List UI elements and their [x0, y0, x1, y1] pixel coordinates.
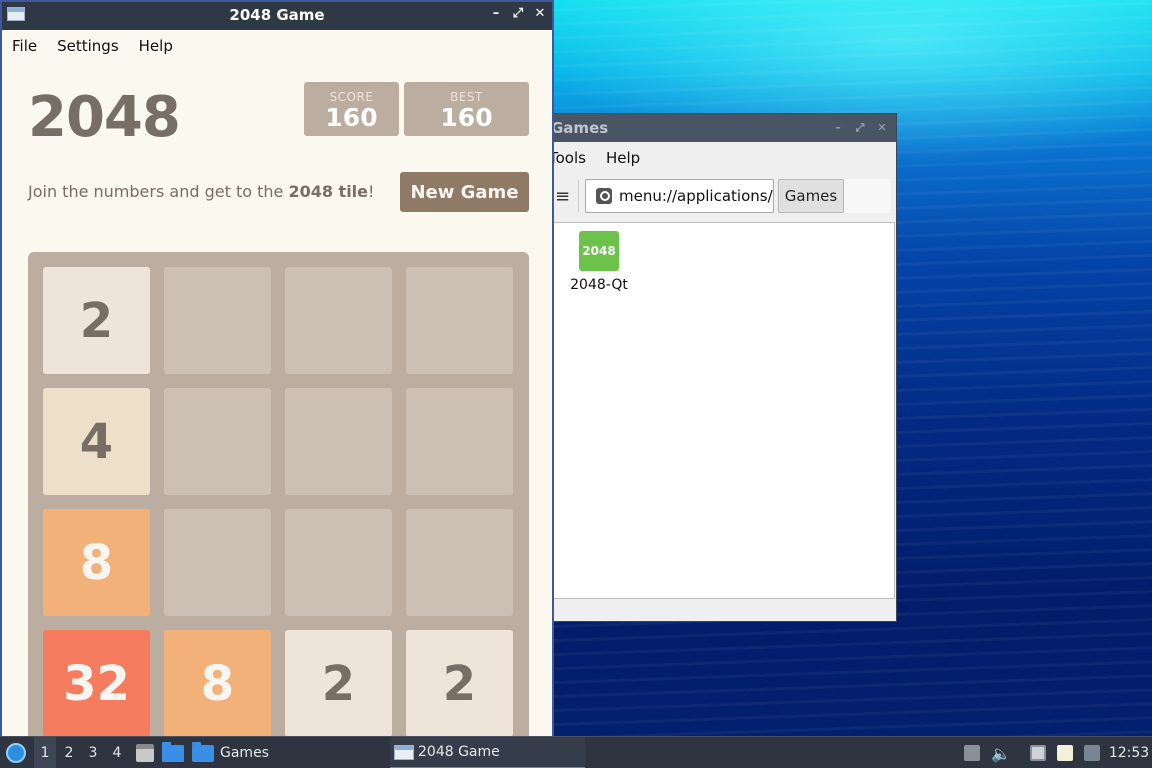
menu-help[interactable]: Help	[596, 149, 650, 167]
clock[interactable]: 12:53	[1108, 737, 1150, 768]
workspace-3[interactable]: 3	[82, 737, 104, 768]
volume-icon: 🔈	[991, 743, 1011, 763]
clipboard-control[interactable]	[1055, 737, 1075, 768]
tile-2: 2	[406, 630, 513, 736]
desktop-icon	[162, 741, 184, 762]
game-window-title: 2048 Game	[229, 6, 325, 24]
game-menubar: File Settings Help	[2, 30, 552, 62]
start-menu-button[interactable]	[4, 737, 28, 768]
volume-control[interactable]: 🔈	[990, 737, 1012, 768]
tile-4: 4	[43, 388, 150, 495]
notification-icon	[1084, 745, 1100, 761]
tile-2: 2	[285, 630, 392, 736]
minimize-icon[interactable]: –	[830, 120, 846, 136]
file-manager-icon	[136, 744, 154, 762]
grid-cell	[285, 388, 392, 495]
clipboard-icon	[1057, 745, 1073, 761]
game-window: 2048 Game – ⤢ ✕ File Settings Help 2048 …	[0, 0, 554, 736]
score-box: SCORE 160	[304, 82, 399, 136]
score-label: SCORE	[329, 90, 374, 104]
workspace-4[interactable]: 4	[106, 737, 128, 768]
task-games-label: Games	[220, 745, 269, 761]
best-value: 160	[440, 103, 493, 132]
task-games[interactable]: Games	[192, 737, 372, 768]
tile-2: 2	[43, 267, 150, 374]
close-icon[interactable]: ✕	[532, 6, 548, 22]
maximize-icon[interactable]: ⤢	[852, 120, 868, 136]
intro-prefix: Join the numbers and get to the	[28, 182, 289, 201]
grid-cell	[406, 509, 513, 616]
grid-cell	[164, 509, 271, 616]
hamburger-menu-icon[interactable]: ≡	[555, 186, 570, 207]
show-desktop-launcher[interactable]	[161, 737, 185, 768]
score-value: 160	[325, 103, 378, 132]
intro-suffix: !	[368, 182, 375, 201]
grid-cell	[406, 388, 513, 495]
file-manager-launcher[interactable]	[133, 737, 157, 768]
new-game-button[interactable]: New Game	[400, 172, 529, 212]
menu-help[interactable]: Help	[129, 37, 183, 55]
tray-expand[interactable]	[962, 737, 982, 768]
grid-cell	[164, 388, 271, 495]
search-icon	[596, 188, 612, 204]
window-icon	[7, 7, 25, 21]
app-2048-icon: 2048	[579, 231, 619, 271]
tile-32: 32	[43, 630, 150, 736]
tray-arrow-icon	[964, 745, 980, 761]
toolbar-spacer	[844, 179, 891, 213]
games-menubar: Tools Help	[541, 142, 896, 174]
menu-settings[interactable]: Settings	[47, 37, 129, 55]
tile-8: 8	[164, 630, 271, 736]
close-icon[interactable]: ✕	[874, 120, 890, 136]
game-heading: 2048	[28, 85, 181, 150]
start-menu-icon	[6, 743, 26, 763]
game-board[interactable]: 2 4 8 32 8 2 2	[28, 252, 529, 736]
app-item-label: 2048-Qt	[570, 277, 628, 293]
grid-cell	[285, 509, 392, 616]
workspace-2[interactable]: 2	[58, 737, 80, 768]
grid-cell	[406, 267, 513, 374]
app-item-2048-qt[interactable]: 2048 2048-Qt	[564, 231, 634, 293]
grid-cell	[164, 267, 271, 374]
games-window-title: Games	[551, 119, 609, 137]
game-titlebar[interactable]: 2048 Game – ⤢ ✕	[2, 2, 552, 30]
toolbar-separator	[578, 180, 579, 212]
tile-8: 8	[43, 509, 150, 616]
breadcrumb-games-button[interactable]: Games	[778, 179, 844, 213]
intro-text: Join the numbers and get to the 2048 til…	[28, 182, 374, 201]
folder-icon	[192, 741, 214, 762]
best-box: BEST 160	[404, 82, 529, 136]
games-window: Games – ⤢ ✕ Tools Help ≡ menu://applicat…	[540, 113, 897, 622]
file-view[interactable]: 2048 2048-Qt	[541, 222, 895, 599]
intro-bold: 2048 tile	[288, 182, 369, 201]
notification-control[interactable]	[1082, 737, 1102, 768]
games-titlebar[interactable]: Games – ⤢ ✕	[541, 114, 896, 142]
taskbar: 1 2 3 4 Games 2048 Game 🔈 12:53	[0, 736, 1152, 768]
network-control[interactable]	[1028, 737, 1048, 768]
network-icon	[1030, 745, 1046, 761]
minimize-icon[interactable]: –	[488, 6, 504, 22]
best-label: BEST	[450, 90, 483, 104]
path-bar[interactable]: menu://applications/	[585, 179, 774, 213]
menu-file[interactable]: File	[2, 37, 47, 55]
games-toolbar: ≡ menu://applications/ Games	[541, 176, 896, 216]
grid-cell	[285, 267, 392, 374]
path-text: menu://applications/	[619, 187, 773, 205]
window-icon	[394, 744, 414, 760]
task-2048-label: 2048 Game	[418, 744, 500, 760]
workspace-1[interactable]: 1	[34, 737, 56, 768]
maximize-icon[interactable]: ⤢	[510, 6, 526, 22]
task-2048-game[interactable]: 2048 Game	[390, 737, 585, 768]
